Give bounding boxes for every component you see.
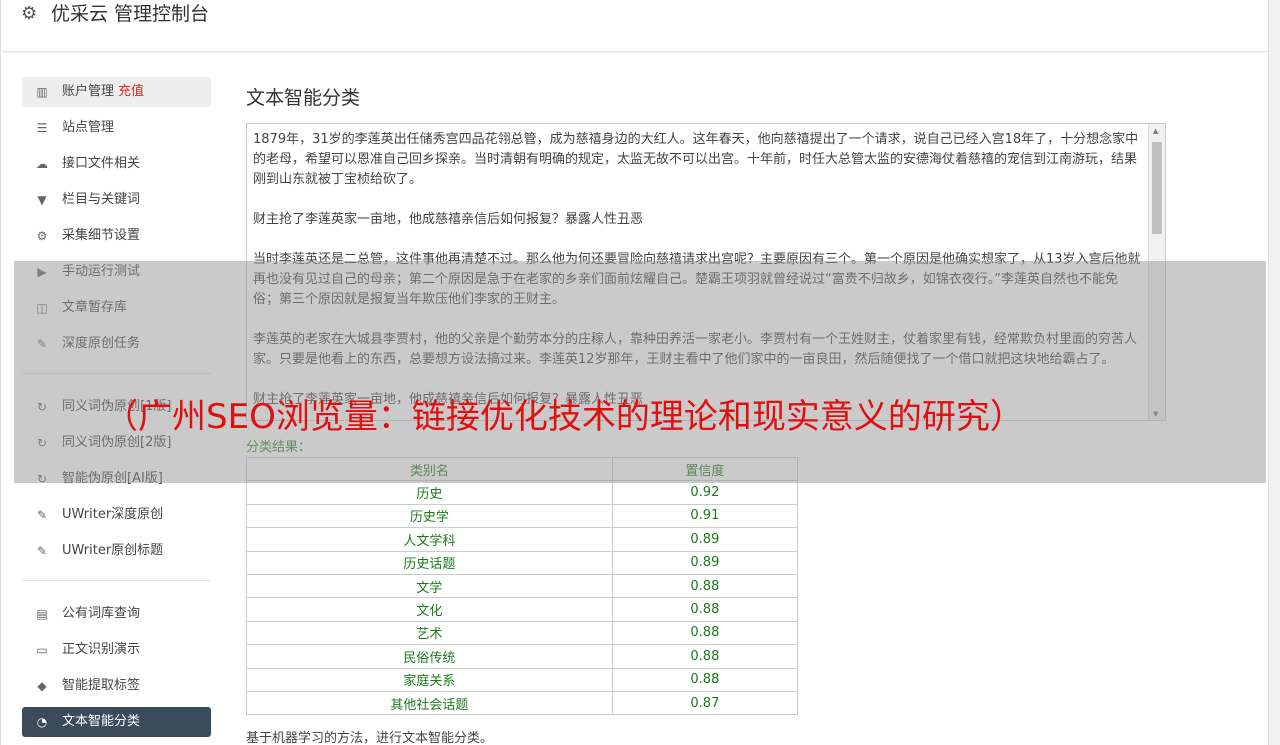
table-row: 历史话题 0.89 [246,550,799,575]
category-cell: 历史话题 [246,550,613,575]
table-row: 民俗传统 0.88 [246,644,799,669]
category-cell: 文化 [246,597,613,622]
result-table: 类别名 置信度 历史0.92历史学0.91人文学科0.89历史话题0.89文学0… [246,456,799,716]
category-cell: 民俗传统 [246,644,613,669]
sidebar-item[interactable]: ✎ UWriter深度原创 [22,500,211,530]
table-row: 人文学科 0.89 [246,527,799,552]
monitor-icon: ▭ [36,643,48,657]
bar-chart-icon: ▥ [36,85,48,99]
sidebar-item[interactable]: ◆ 智能提取标签 [22,671,211,701]
cogs-icon: ⚙ [36,229,48,243]
server-icon: ☰ [36,121,48,135]
confidence-cell: 0.92 [611,480,799,505]
page-title: 文本智能分类 [246,87,361,109]
sidebar-item-label: 正文识别演示 [62,642,141,657]
category-cell: 艺术 [246,620,613,646]
sidebar-item-label: UWriter深度原创 [62,507,164,522]
confidence-cell: 0.89 [611,550,799,575]
category-cell: 历史 [246,480,613,505]
table-row: 文学 0.88 [246,573,799,599]
category-cell: 文学 [246,573,613,599]
sidebar-item[interactable]: ▤ 公有词库查询 [22,599,211,629]
edit-icon: ✎ [36,508,48,522]
sidebar-item-label: 公有词库查询 [62,606,141,621]
sidebar-item[interactable]: ☁ 接口文件相关 [22,149,211,179]
book-icon: ▤ [36,607,48,621]
filter-icon: ▼ [37,193,47,207]
confidence-cell: 0.88 [611,620,799,646]
category-cell: 历史学 [246,503,613,529]
scroll-up-icon[interactable]: ▲ [1153,127,1158,135]
confidence-cell: 0.88 [611,644,799,669]
table-row: 艺术 0.88 [246,620,799,646]
confidence-cell: 0.89 [611,527,799,552]
confidence-cell: 0.88 [611,667,799,692]
top-bar: ⚙ 优采云 管理控制台 [0,0,1268,52]
sidebar-item[interactable]: ▥ 账户管理 充值 [22,77,211,107]
gear-icon[interactable]: ⚙ [21,4,37,24]
sidebar-item-label: UWriter原创标题 [62,543,164,558]
scroll-thumb[interactable] [1152,142,1162,234]
sidebar-item[interactable]: ☰ 站点管理 [22,113,211,143]
table-row: 其他社会话题 0.87 [246,690,799,716]
table-row: 历史 0.92 [246,480,799,505]
recharge-link[interactable]: 充值 [118,84,144,99]
sidebar-divider [22,580,211,581]
app-title: 优采云 管理控制台 [51,3,210,25]
category-cell: 家庭关系 [246,667,613,692]
sidebar-item[interactable]: ▼ 栏目与关键词 [22,185,211,215]
sidebar-item-label: 站点管理 [62,120,115,135]
category-cell: 人文学科 [246,527,613,552]
sidebar-item-label: 智能提取标签 [62,678,141,693]
watermark-overlay [14,261,1266,483]
confidence-cell: 0.87 [611,690,799,716]
sidebar-item[interactable]: ⚙ 采集细节设置 [22,221,211,251]
confidence-cell: 0.91 [611,503,799,529]
page-scrollbar[interactable] [1268,0,1280,745]
pie-chart-icon: ◔ [36,715,48,729]
sidebar-item[interactable]: ✎ UWriter原创标题 [22,536,211,566]
tag-icon: ◆ [37,679,47,693]
sidebar-item-label: 采集细节设置 [62,228,141,243]
table-row: 家庭关系 0.88 [246,667,799,692]
sidebar-item-label: 账户管理 [62,84,115,99]
confidence-cell: 0.88 [611,573,799,599]
sidebar-item[interactable]: ◔ 文本智能分类 [22,707,211,737]
cloud-upload-icon: ☁ [36,157,48,171]
sidebar-item[interactable]: ▭ 正文识别演示 [22,635,211,665]
category-cell: 其他社会话题 [246,690,613,716]
text-paragraph: 财主抢了李莲英家一亩地，他成慈禧亲信后如何报复？暴露人性丑恶 [253,212,644,227]
sidebar-item-label: 栏目与关键词 [62,192,141,207]
table-row: 文化 0.88 [246,597,799,622]
sidebar-item-label: 文本智能分类 [62,714,141,729]
description-text: 基于机器学习的方法，进行文本智能分类。 [246,731,494,745]
overlay-headline: （广州SEO浏览量：链接优化技术的理论和现实意义的研究） [104,397,1024,437]
text-paragraph: 1879年，31岁的李莲英出任储秀宫四品花翎总管，成为慈禧身边的大红人。这年春天… [253,132,1139,187]
table-row: 历史学 0.91 [246,503,799,529]
confidence-cell: 0.88 [611,597,799,622]
sidebar-item-label: 接口文件相关 [62,156,141,171]
edit-icon: ✎ [36,544,48,558]
